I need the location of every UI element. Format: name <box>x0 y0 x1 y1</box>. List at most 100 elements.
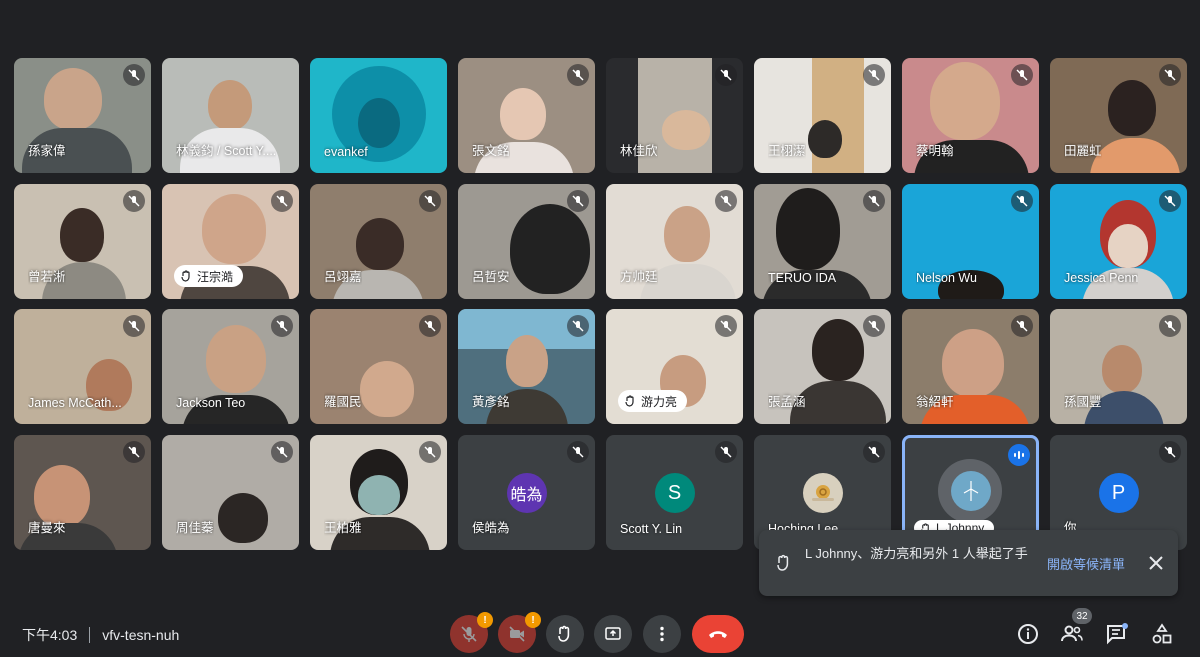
mic-off-icon <box>123 315 145 337</box>
participant-name: 汪宗澔 <box>197 269 234 284</box>
participant-name: 王柏雅 <box>324 521 362 535</box>
mic-off-icon <box>715 190 737 212</box>
participant-name: Jackson Teo <box>176 396 246 410</box>
hand-icon <box>625 395 634 407</box>
participant-name: James McCath... <box>28 396 122 410</box>
info-icon[interactable] <box>1016 622 1040 646</box>
participant-name: 曾若淅 <box>28 270 66 284</box>
participant-name: Jessica Penn <box>1064 271 1139 285</box>
participant-name: 周佳蓁 <box>176 521 214 535</box>
mic-off-icon <box>863 315 885 337</box>
participant-name: 林佳欣 <box>620 144 658 158</box>
participant-count-badge: 32 <box>1072 608 1092 624</box>
mic-off-icon <box>1011 190 1033 212</box>
mic-off-icon <box>419 315 441 337</box>
raised-hand-chip: 汪宗澔 <box>174 265 244 287</box>
participant-tile[interactable]: 呂哲安 <box>458 184 595 299</box>
participant-name: 田麗虹 <box>1064 144 1102 158</box>
participant-tile[interactable]: 王柏雅 <box>310 435 447 550</box>
avatar <box>950 471 991 511</box>
participant-tile[interactable]: 方帅廷 <box>606 184 743 299</box>
close-icon[interactable] <box>1145 552 1167 574</box>
participant-tile[interactable]: S Scott Y. Lin <box>606 435 743 550</box>
participant-name: 侯皓為 <box>472 521 510 535</box>
participant-tile[interactable]: Nelson Wu <box>902 184 1039 299</box>
mic-off-icon <box>419 441 441 463</box>
participant-tile[interactable]: James McCath... <box>14 309 151 424</box>
snail-icon <box>811 485 834 501</box>
participant-tile[interactable]: TERUO IDA <box>754 184 891 299</box>
toast-message: L Johnny、游力亮和另外 1 人舉起了手 <box>805 546 1028 561</box>
participant-tile[interactable]: 汪宗澔 <box>162 184 299 299</box>
participant-tile[interactable]: 翁紹軒 <box>902 309 1039 424</box>
mic-off-icon <box>863 64 885 86</box>
participant-tile[interactable]: 田麗虹 <box>1050 58 1187 173</box>
divider <box>89 627 91 643</box>
mic-off-icon <box>567 190 589 212</box>
hand-icon <box>558 625 570 642</box>
participant-tile[interactable]: 周佳蓁 <box>162 435 299 550</box>
participant-tile[interactable]: Jackson Teo <box>162 309 299 424</box>
mic-off-icon <box>123 64 145 86</box>
participant-tile[interactable]: 游力亮 <box>606 309 743 424</box>
avatar: 皓為 <box>506 473 547 513</box>
participant-tile[interactable]: 蔡明翰 <box>902 58 1039 173</box>
present-icon <box>605 627 621 640</box>
participant-tile[interactable]: 曾若淅 <box>14 184 151 299</box>
participant-name: 翁紹軒 <box>916 395 954 409</box>
participant-tile[interactable]: evankef <box>310 58 447 173</box>
mic-off-icon <box>1159 64 1181 86</box>
participant-tile[interactable]: Jessica Penn <box>1050 184 1187 299</box>
mic-off-icon <box>123 190 145 212</box>
participant-tile[interactable]: 黃彥銘 <box>458 309 595 424</box>
participant-tile[interactable]: 孫國豐 <box>1050 309 1187 424</box>
participant-name: 黃彥銘 <box>472 395 510 409</box>
participant-name: 孫國豐 <box>1064 395 1102 409</box>
leave-call-button[interactable] <box>692 615 744 653</box>
participant-tile[interactable]: 羅國民 <box>310 309 447 424</box>
mic-off-icon <box>715 315 737 337</box>
raise-hand-button[interactable] <box>546 615 584 653</box>
mic-off-icon <box>461 626 477 642</box>
participant-name: 蔡明翰 <box>916 144 954 158</box>
participant-tile[interactable]: 林佳欣 <box>606 58 743 173</box>
more-options-button[interactable] <box>643 615 681 653</box>
mic-off-icon <box>1011 64 1033 86</box>
participant-name: Scott Y. Lin <box>620 522 683 536</box>
raised-hand-chip: 游力亮 <box>618 390 688 412</box>
participant-name: 張孟涵 <box>768 395 806 409</box>
participant-tile[interactable]: 張孟涵 <box>754 309 891 424</box>
mic-off-icon <box>567 64 589 86</box>
mic-off-icon <box>271 190 293 212</box>
open-queue-link[interactable]: 開啟等候清單 <box>1047 554 1125 573</box>
participant-tile[interactable]: 張文銘 <box>458 58 595 173</box>
mic-off-icon <box>419 190 441 212</box>
participant-name: 唐曼來 <box>28 521 66 535</box>
warning-badge: ! <box>525 612 541 628</box>
mic-off-icon <box>567 315 589 337</box>
participant-name: 羅國民 <box>324 395 362 409</box>
participant-name: 王栩潔 <box>768 144 806 158</box>
participant-tile[interactable]: 王栩潔 <box>754 58 891 173</box>
warning-badge: ! <box>477 612 493 628</box>
participant-tile[interactable]: 唐曼來 <box>14 435 151 550</box>
avatar: S <box>654 473 695 513</box>
chat-icon[interactable] <box>1105 622 1129 646</box>
meeting-code: vfv-tesn-nuh <box>102 627 180 643</box>
participant-tile[interactable]: 孫家偉 <box>14 58 151 173</box>
participant-name: 方帅廷 <box>620 270 658 284</box>
participant-tile[interactable]: 林義鈞 / Scott Y.... <box>162 58 299 173</box>
participant-name: TERUO IDA <box>768 271 837 285</box>
mic-off-icon <box>1159 315 1181 337</box>
mic-off-icon <box>567 441 589 463</box>
avatar <box>802 473 843 513</box>
participant-tile[interactable]: 皓為 侯皓為 <box>458 435 595 550</box>
people-icon[interactable] <box>1060 622 1084 646</box>
participant-tile[interactable]: 呂翊嘉 <box>310 184 447 299</box>
activities-icon[interactable] <box>1150 622 1174 646</box>
participant-name: evankef <box>324 145 368 159</box>
present-screen-button[interactable] <box>594 615 632 653</box>
participant-name: 游力亮 <box>641 394 678 409</box>
mic-off-icon <box>271 441 293 463</box>
more-vert-icon <box>660 626 664 642</box>
